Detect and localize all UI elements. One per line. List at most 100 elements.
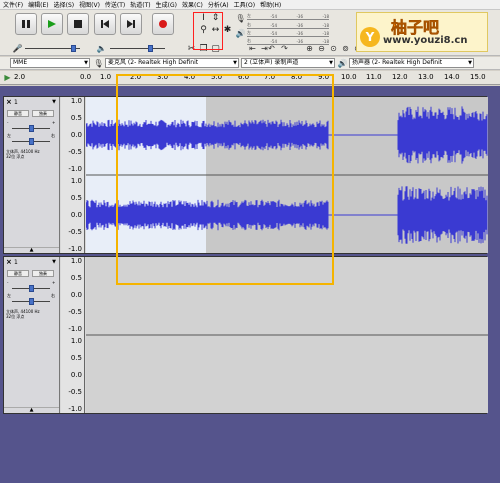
amp-label: -0.5 <box>68 308 82 316</box>
ruler-label: 14.0 <box>444 73 460 81</box>
play-meter[interactable]: 左 -54 -36 -18 <box>247 29 329 37</box>
record-volume-slider[interactable] <box>25 45 80 52</box>
trim-icon[interactable]: ⇤ <box>247 43 258 54</box>
amp-label: 0.0 <box>70 291 82 299</box>
ruler-label: 1.0 <box>100 73 112 81</box>
speaker-icon[interactable]: 🔊 <box>235 28 246 39</box>
watermark-logo: Y 柚子吧 www.youzi8.cn <box>356 12 488 52</box>
amp-label: 1.0 <box>70 177 82 185</box>
stop-icon <box>74 20 82 28</box>
amp-label: -1.0 <box>68 405 82 413</box>
mute-button[interactable]: 静音 <box>7 270 29 277</box>
recording-channels-select[interactable]: 2 (立体声) 录制声道 ▼ <box>241 58 335 68</box>
skip-start-icon <box>101 20 109 28</box>
track-name-menu[interactable]: 1 <box>14 99 18 106</box>
ruler-label: 12.0 <box>392 73 408 81</box>
amp-label: -0.5 <box>68 228 82 236</box>
speaker-device-icon: 🔊 <box>337 59 348 68</box>
audio-host-select[interactable]: MME ▼ <box>10 58 90 68</box>
amplitude-ruler: 1.0 0.5 0.0 -0.5 -1.0 1.0 0.5 0.0 -0.5 -… <box>61 97 85 253</box>
pause-icon <box>22 20 30 28</box>
track-format-info: 立体声, 44100 Hz 32位 浮点 <box>6 309 40 319</box>
playback-device-select[interactable]: 扬声器 (2- Realtek High Definit ▼ <box>349 58 474 68</box>
menu-effect[interactable]: 效果(C) <box>182 0 203 9</box>
stop-button[interactable] <box>67 13 89 35</box>
amp-label: 0.5 <box>70 114 82 122</box>
amp-label: 1.0 <box>70 257 82 265</box>
ruler-label: 13.0 <box>418 73 434 81</box>
gain-minus-label: - <box>7 280 9 285</box>
chevron-down-icon: ▼ <box>468 60 472 66</box>
menu-transport[interactable]: 传送(T) <box>105 0 125 9</box>
selection-highlight-frame <box>116 74 334 285</box>
menu-view[interactable]: 视图(V) <box>79 0 100 9</box>
zoom-out-icon[interactable]: ⊖ <box>316 43 327 54</box>
ruler-label: 10.0 <box>341 73 357 81</box>
close-icon[interactable]: × <box>6 98 12 106</box>
chevron-down-icon[interactable]: ▼ <box>52 99 56 105</box>
track-gain-slider[interactable] <box>12 125 50 132</box>
menu-edit[interactable]: 编辑(E) <box>28 0 48 9</box>
track-pan-slider[interactable] <box>12 138 50 145</box>
chevron-down-icon: ▼ <box>329 60 333 66</box>
recording-device-select[interactable]: 麦克风 (2- Realtek High Definit ▼ <box>105 58 239 68</box>
play-volume-slider[interactable] <box>110 45 165 52</box>
mute-button[interactable]: 静音 <box>7 110 29 117</box>
amp-label: 0.0 <box>70 371 82 379</box>
record-button[interactable] <box>152 13 174 35</box>
logo-url: www.youzi8.cn <box>383 35 468 46</box>
ruler-label: 2.0 <box>14 73 26 81</box>
chevron-down-icon: ▼ <box>84 60 88 66</box>
undo-icon[interactable]: ↶ <box>266 43 277 54</box>
skip-to-start-button[interactable] <box>94 13 116 35</box>
mic-volume-icon: 🎤 <box>12 44 23 53</box>
play-button[interactable] <box>41 13 63 35</box>
pause-button[interactable] <box>15 13 37 35</box>
skip-to-end-button[interactable] <box>120 13 142 35</box>
chevron-down-icon: ▼ <box>233 60 237 66</box>
amp-label: 0.5 <box>70 274 82 282</box>
pan-left-label: 左 <box>7 293 11 298</box>
collapse-track-button[interactable]: ▲ <box>4 407 59 413</box>
collapse-icon: ▲ <box>29 247 34 253</box>
ruler-label: 0.0 <box>80 73 92 81</box>
collapse-track-button[interactable]: ▲ <box>4 247 59 253</box>
track-pan-slider[interactable] <box>12 298 50 305</box>
amp-label: -1.0 <box>68 165 82 173</box>
menu-select[interactable]: 选择(S) <box>54 0 75 9</box>
record-meter-right[interactable]: 右 -54 -36 -18 <box>247 21 329 29</box>
pan-right-label: 右 <box>51 293 55 298</box>
menu-tools[interactable]: 工具(O) <box>234 0 255 9</box>
skip-end-icon <box>127 20 135 28</box>
microphone-icon[interactable]: 🎙 <box>235 13 246 24</box>
fit-project-icon[interactable]: ⊚ <box>340 43 351 54</box>
track-name-menu[interactable]: 1 <box>14 259 18 266</box>
solo-button[interactable]: 独奏 <box>32 110 54 117</box>
pan-left-label: 左 <box>7 133 11 138</box>
fit-selection-icon[interactable]: ⊙ <box>328 43 339 54</box>
zoom-in-icon[interactable]: ⊕ <box>304 43 315 54</box>
menu-help[interactable]: 帮助(H) <box>260 0 281 9</box>
amp-label: -1.0 <box>68 245 82 253</box>
play-volume-icon: 🔈 <box>96 44 107 53</box>
play-icon <box>48 20 56 28</box>
menu-tracks[interactable]: 轨道(T) <box>130 0 150 9</box>
redo-icon[interactable]: ↷ <box>279 43 290 54</box>
chevron-down-icon[interactable]: ▼ <box>52 259 56 265</box>
device-toolbar: MME ▼ 🎙 麦克风 (2- Realtek High Definit ▼ 2 (… <box>0 57 500 70</box>
solo-button[interactable]: 独奏 <box>32 270 54 277</box>
multi-tool-icon[interactable]: ✱ <box>222 24 233 35</box>
record-meter[interactable]: 左 -54 -36 -18 <box>247 12 329 20</box>
track-gain-slider[interactable] <box>12 285 50 292</box>
amp-label: 0.0 <box>70 131 82 139</box>
menu-analyze[interactable]: 分析(A) <box>208 0 229 9</box>
menu-file[interactable]: 文件(F) <box>3 0 23 9</box>
gain-minus-label: - <box>7 120 9 125</box>
amp-label: 1.0 <box>70 97 82 105</box>
close-icon[interactable]: × <box>6 258 12 266</box>
record-icon <box>159 20 167 28</box>
track-control-panel: × 1 ▼ 静音 独奏 - + 左 右 立体声, 44100 Hz 32位 浮点… <box>4 257 60 413</box>
menu-bar: 文件(F) 编辑(E) 选择(S) 视图(V) 传送(T) 轨道(T) 生成(G… <box>0 0 500 10</box>
menu-generate[interactable]: 生成(G) <box>156 0 177 9</box>
ruler-label: 11.0 <box>366 73 382 81</box>
